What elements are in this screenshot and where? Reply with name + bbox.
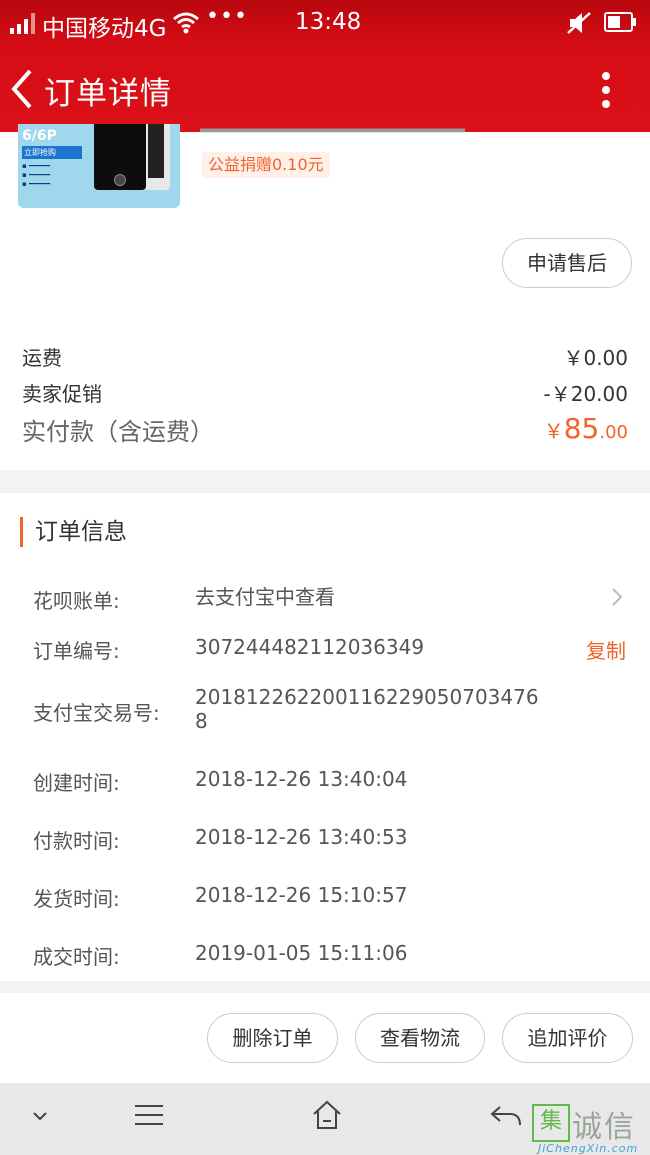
row-value: 2018-12-26 13:40:53: [195, 825, 408, 849]
more-menu-icon[interactable]: [596, 70, 616, 110]
watermark-logo-mark: 集: [532, 1104, 570, 1142]
view-logistics-button[interactable]: 查看物流: [355, 1013, 485, 1063]
add-review-button[interactable]: 追加评价: [502, 1013, 633, 1063]
more-status-dots: •••: [206, 4, 248, 29]
back-icon[interactable]: [490, 1105, 522, 1127]
phone-screen-graphic: [148, 124, 164, 178]
thumbnail-feature-lines: ▪ ━━━━━ ▪ ━━━━━ ▪ ━━━━━: [22, 162, 51, 188]
total-paid-amount: ￥85.00: [544, 412, 628, 445]
chevron-right-icon: [612, 588, 623, 606]
row-value: 307244482112036349: [195, 635, 425, 659]
chevron-down-icon[interactable]: [32, 1111, 48, 1123]
row-label: 付款时间:: [33, 829, 120, 853]
watermark-logo: 集 诚信 JiChengXin.com: [532, 1102, 650, 1155]
order-actions-bar: 删除订单 查看物流 追加评价: [0, 993, 650, 1083]
order-info-section: 订单信息 花呗账单: 去支付宝中查看 订单编号: 307244482112036…: [0, 493, 650, 981]
thumbnail-buy-badge: 立即抢购: [22, 146, 82, 159]
seller-promo-row: 卖家促销 -￥20.00: [22, 378, 628, 407]
total-decimal: .00: [599, 422, 628, 443]
product-title-cut[interactable]: ━━━━━━━━━━━━━━━━━━━━: [200, 120, 465, 136]
row-label: 创建时间:: [33, 771, 120, 795]
row-value: 去支付宝中查看: [195, 585, 335, 609]
order-info-title: 订单信息: [20, 517, 127, 547]
section-divider: [0, 981, 650, 993]
phone-image-front: [94, 124, 146, 190]
battery-icon: [604, 12, 636, 32]
signal-icon: [10, 13, 35, 34]
row-value: 2018-12-26 15:10:57: [195, 883, 408, 907]
watermark-text: 诚信: [572, 1110, 636, 1145]
seller-promo-label: 卖家促销: [22, 382, 102, 406]
app-header: 中国移动4G ••• 13:48 订单详情: [0, 0, 650, 132]
back-arrow-icon[interactable]: [10, 68, 34, 110]
mute-icon: [567, 12, 591, 34]
shipping-fee-label: 运费: [22, 346, 62, 370]
page-title: 订单详情: [44, 76, 172, 112]
thumbnail-model-text: 6/6P: [22, 128, 57, 144]
shipping-fee-row: 运费 ￥0.00: [22, 342, 628, 371]
copy-button[interactable]: 复制: [586, 635, 626, 664]
watermark-domain: JiChengXin.com: [538, 1142, 639, 1155]
wifi-icon: [173, 12, 199, 34]
row-label: 支付宝交易号:: [33, 701, 160, 725]
menu-icon[interactable]: [134, 1103, 164, 1127]
total-paid-row: 实付款（含运费） ￥85.00: [22, 412, 628, 447]
product-thumbnail[interactable]: 6/6P 立即抢购 ▪ ━━━━━ ▪ ━━━━━ ▪ ━━━━━: [18, 124, 180, 208]
seller-promo-value: -￥20.00: [543, 382, 628, 406]
product-card: 6/6P 立即抢购 ▪ ━━━━━ ▪ ━━━━━ ▪ ━━━━━ ━━━━━━━━…: [0, 120, 650, 470]
row-value: 2018-12-26 13:40:04: [195, 767, 408, 791]
home-icon[interactable]: [311, 1099, 343, 1131]
row-value: 2018122622001162290507034768: [195, 685, 539, 733]
charity-badge: 公益捐赠0.10元: [202, 152, 330, 178]
phone-home-button-graphic: [114, 174, 126, 186]
clock: 13:48: [295, 9, 362, 35]
row-label: 花呗账单:: [33, 589, 120, 613]
total-currency: ￥: [543, 419, 564, 443]
after-sale-button[interactable]: 申请售后: [502, 238, 632, 288]
row-value: 2019-01-05 15:11:06: [195, 941, 408, 965]
delete-order-button[interactable]: 删除订单: [207, 1013, 338, 1063]
carrier-label: 中国移动4G: [42, 16, 167, 42]
row-label: 订单编号:: [33, 639, 120, 663]
row-label: 发货时间:: [33, 887, 120, 911]
row-label: 成交时间:: [33, 945, 120, 969]
shipping-fee-value: ￥0.00: [563, 346, 628, 370]
total-paid-label: 实付款（含运费）: [22, 418, 214, 446]
total-integer: 85: [563, 412, 600, 445]
phone-image-back: [146, 124, 170, 190]
status-bar: 中国移动4G ••• 13:48: [0, 0, 650, 46]
